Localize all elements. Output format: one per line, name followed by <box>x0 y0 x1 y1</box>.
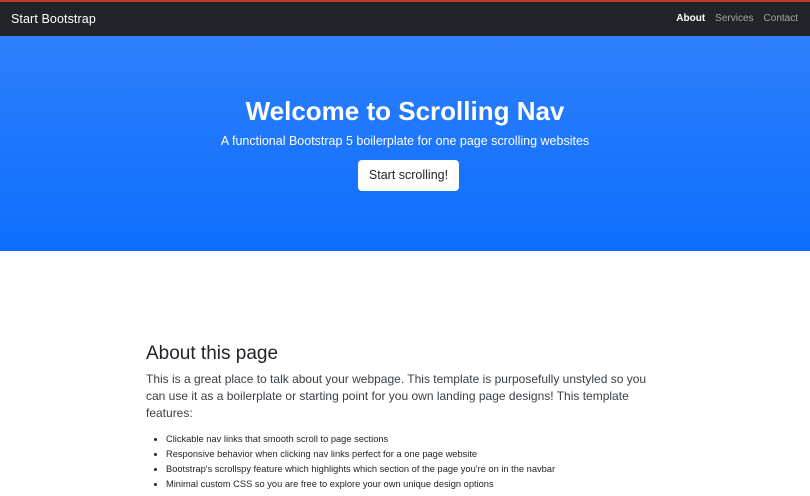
nav-links: About Services Contact <box>676 14 798 24</box>
hero-section: Welcome to Scrolling Nav A functional Bo… <box>0 36 810 251</box>
hero-title: Welcome to Scrolling Nav <box>245 96 565 126</box>
hero-subtitle: A functional Bootstrap 5 boilerplate for… <box>220 134 590 148</box>
list-item: Minimal custom CSS so you are free to ex… <box>166 477 666 492</box>
nav-link-services[interactable]: Services <box>715 14 753 24</box>
list-item: Bootstrap's scrollspy feature which high… <box>166 462 666 477</box>
list-item: Responsive behavior when clicking nav li… <box>166 447 666 462</box>
feature-list: Clickable nav links that smooth scroll t… <box>146 432 666 492</box>
navbar-brand[interactable]: Start Bootstrap <box>11 12 96 26</box>
start-scrolling-button[interactable]: Start scrolling! <box>358 160 459 191</box>
navbar: Start Bootstrap About Services Contact <box>0 2 810 36</box>
about-lead-text: This is a great place to talk about your… <box>146 372 647 420</box>
about-heading: About this page <box>146 343 279 364</box>
nav-link-about[interactable]: About <box>676 14 705 24</box>
nav-link-contact[interactable]: Contact <box>764 14 798 24</box>
about-section: About this page This is a great place to… <box>146 342 666 492</box>
list-item: Clickable nav links that smooth scroll t… <box>166 432 666 447</box>
